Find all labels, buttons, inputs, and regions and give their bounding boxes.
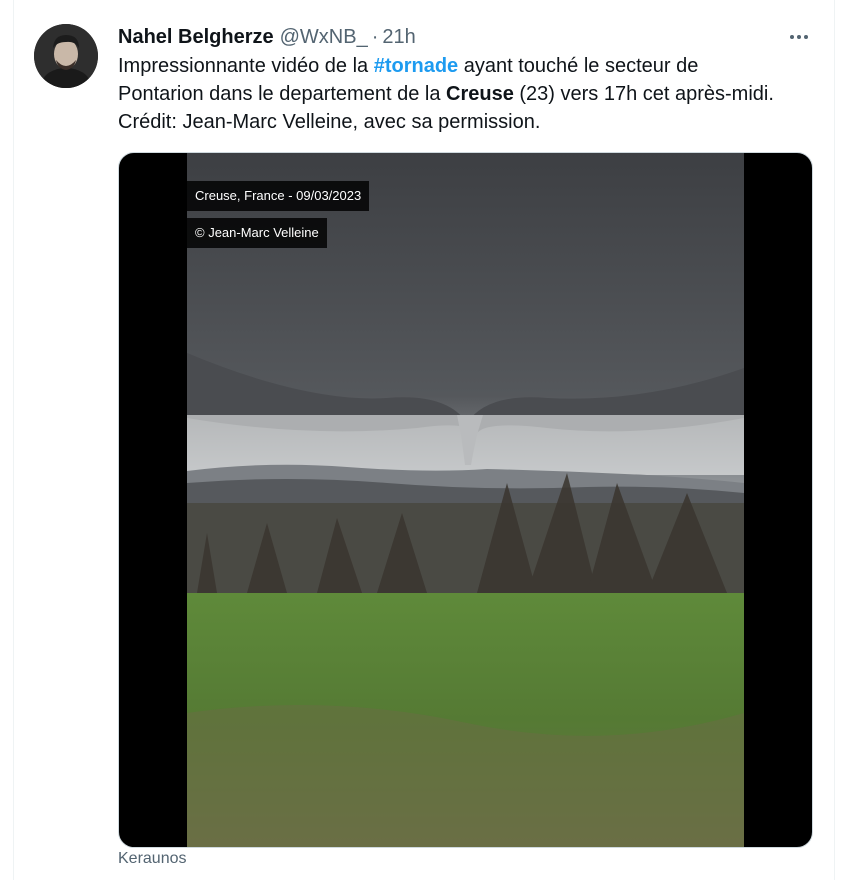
tweet-text-segment: ayant touché le secteur de (458, 55, 699, 77)
media-source-label[interactable]: Keraunos (118, 850, 187, 868)
tweet-text-line: Pontarion dans le departement de la Creu… (118, 80, 818, 108)
separator-dot: · (371, 26, 379, 48)
tweet-text: Impressionnante vidéo de la #tornade aya… (118, 52, 818, 136)
hashtag-link[interactable]: #tornade (374, 55, 458, 77)
video-overlay-credit: © Jean-Marc Velleine (187, 218, 327, 248)
tweet-text-segment: (23) vers 17h cet après-midi. (513, 83, 774, 105)
tweet-text-line: Impressionnante vidéo de la #tornade aya… (118, 52, 818, 80)
tweet-text-line: Crédit: Jean-Marc Velleine, avec sa perm… (118, 111, 541, 133)
tweet-text-segment: Pontarion dans le departement de la (118, 83, 446, 105)
tweet-text-segment: Impressionnante vidéo de la (118, 55, 374, 77)
bold-text: Creuse (446, 83, 514, 105)
author-name[interactable]: Nahel Belgherze (118, 24, 274, 50)
video-frame (187, 153, 744, 847)
video-overlay-location: Creuse, France - 09/03/2023 (187, 181, 370, 211)
avatar[interactable] (34, 24, 98, 88)
more-options-button[interactable] (784, 24, 814, 50)
media-video[interactable]: Creuse, France - 09/03/2023 © Jean-Marc … (118, 152, 813, 848)
avatar-image (34, 24, 98, 88)
timestamp[interactable]: 21h (382, 24, 415, 50)
author-handle[interactable]: @WxNB_ (280, 24, 368, 50)
tweet-header: Nahel Belgherze @WxNB_ · 21h (118, 24, 416, 50)
more-icon (790, 35, 808, 39)
